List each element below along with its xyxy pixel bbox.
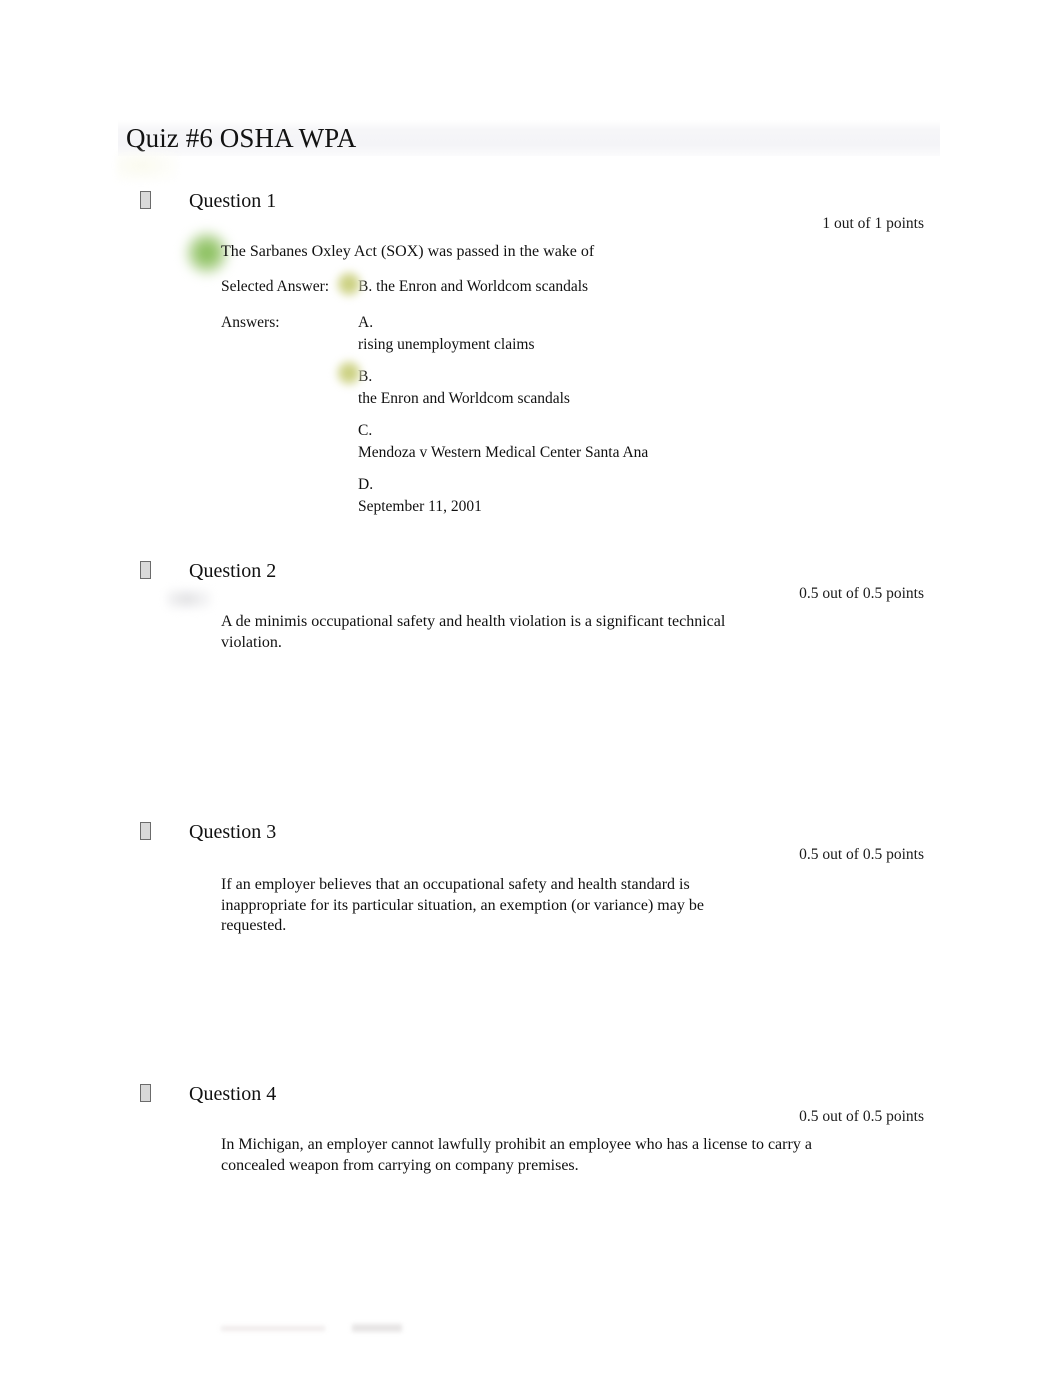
question-3-stem: If an employer believes that an occupati…: [221, 876, 704, 934]
question-2-label: Question 2: [189, 560, 277, 582]
answer-option-a-letter: A.: [358, 314, 374, 331]
answers-label: Answers:: [221, 314, 280, 331]
answer-option-b[interactable]: B. the Enron and Worldcom scandals: [336, 360, 648, 410]
selected-answer-value: B. the Enron and Worldcom scandals: [336, 271, 589, 298]
answer-option-c[interactable]: C. Mendoza v Western Medical Center Sant…: [358, 420, 648, 464]
answer-option-d[interactable]: D. September 11, 2001: [358, 474, 648, 518]
answer-option-d-text: September 11, 2001: [358, 498, 482, 515]
missing-glyph-box-icon: [140, 1084, 151, 1102]
question-2-heading: Question 2: [140, 558, 276, 584]
question-2-points: 0.5 out of 0.5 points: [799, 585, 924, 602]
question-4-stem: In Michigan, an employer cannot lawfully…: [221, 1136, 812, 1174]
question-3-heading: Question 3: [140, 819, 276, 845]
selected-answer-letter: B.: [358, 278, 373, 295]
blurred-artifact-title: [116, 152, 178, 182]
answer-option-b-letter: B.: [358, 368, 373, 385]
answer-option-c-letter: C.: [358, 422, 373, 439]
question-1-label: Question 1: [189, 190, 277, 212]
answer-option-d-letter: D.: [358, 476, 374, 493]
answer-options-list: A. rising unemployment claims B. the Enr…: [336, 312, 648, 518]
question-1-answers: Selected Answer: B. the Enron and Worldc…: [221, 271, 941, 518]
question-4-points: 0.5 out of 0.5 points: [799, 1108, 924, 1125]
blurred-artifact-bottom-right: [352, 1324, 402, 1332]
question-2-stem: A de minimis occupational safety and hea…: [221, 613, 726, 651]
answers-row: Answers: A. rising unemployment claims B…: [221, 312, 941, 518]
selected-answer-label: Selected Answer:: [221, 278, 330, 295]
quiz-review-page: Quiz #6 OSHA WPA Question 1 1 out of 1 p…: [0, 0, 1062, 1377]
question-1-heading: Question 1: [140, 188, 276, 214]
page-title: Quiz #6 OSHA WPA: [126, 123, 357, 153]
answer-option-a[interactable]: A. rising unemployment claims: [358, 312, 648, 356]
missing-glyph-box-icon: [140, 191, 151, 209]
answer-option-c-text: Mendoza v Western Medical Center Santa A…: [358, 444, 649, 461]
missing-glyph-box-icon: [140, 561, 151, 579]
question-1-stem: The Sarbanes Oxley Act (SOX) was passed …: [221, 243, 595, 260]
question-4-heading: Question 4: [140, 1081, 276, 1107]
missing-glyph-box-icon: [140, 822, 151, 840]
answer-option-b-text: the Enron and Worldcom scandals: [358, 390, 570, 407]
selected-answer-row: Selected Answer: B. the Enron and Worldc…: [221, 271, 941, 298]
blurred-response-marker-icon: [166, 588, 212, 610]
selected-answer-text: the Enron and Worldcom scandals: [376, 278, 589, 295]
question-4-label: Question 4: [189, 1083, 277, 1105]
question-3-label: Question 3: [189, 821, 277, 843]
question-3-points: 0.5 out of 0.5 points: [799, 846, 924, 863]
answer-option-a-text: rising unemployment claims: [358, 336, 535, 353]
question-1-points: 1 out of 1 points: [822, 215, 924, 232]
blurred-artifact-bottom-left: [221, 1326, 325, 1331]
